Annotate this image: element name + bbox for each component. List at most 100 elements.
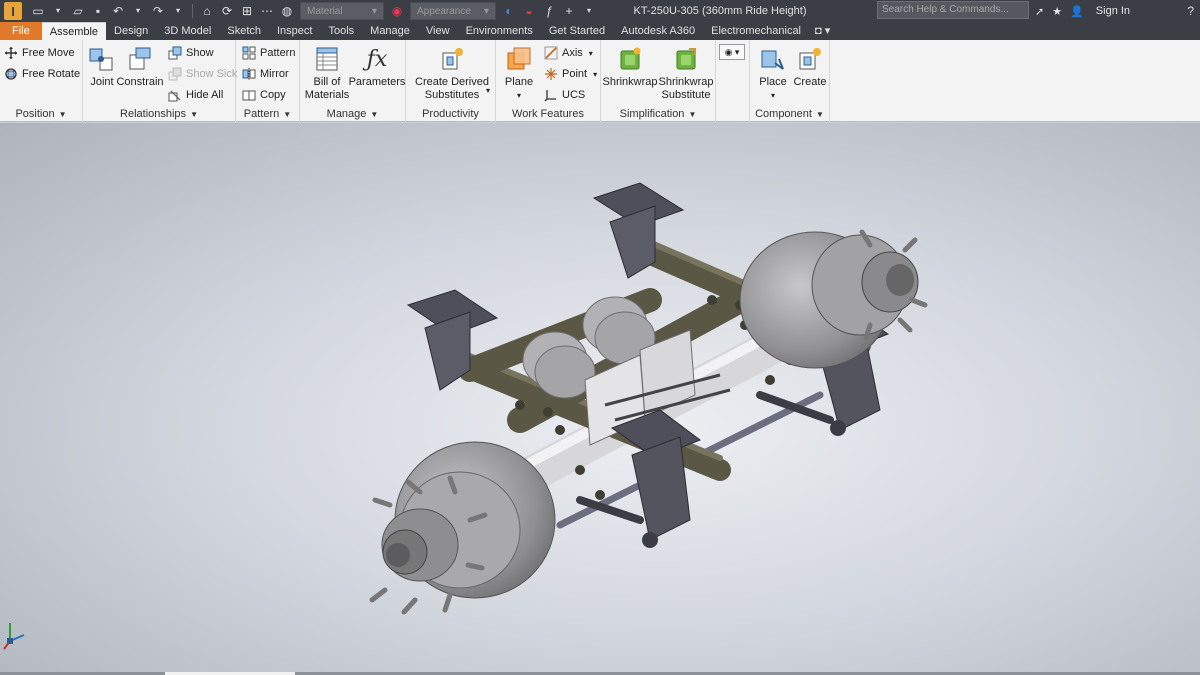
free-rotate-label: Free Rotate — [22, 68, 81, 80]
shrinkwrap-substitute-button[interactable]: Shrinkwrap Substitute — [657, 44, 715, 102]
tab-3d-model[interactable]: 3D Model — [156, 22, 219, 40]
axis-button[interactable]: Axis ▾ — [544, 43, 593, 63]
tab-design[interactable]: Design — [106, 22, 156, 40]
measure-icon[interactable]: ⊞ — [239, 3, 255, 19]
material-combo[interactable]: Material ▾ — [300, 2, 384, 20]
tab-manage[interactable]: Manage — [362, 22, 418, 40]
panel-label-work-features: Work Features — [512, 108, 584, 120]
show-icon — [168, 46, 182, 60]
star-icon[interactable]: ★ — [1052, 5, 1062, 18]
constrain-button[interactable]: Constrain — [116, 44, 164, 89]
place-dropdown-arrow-icon[interactable]: ▾ — [771, 89, 775, 102]
show-button[interactable]: Show — [168, 43, 214, 63]
axis-label: Axis — [562, 47, 583, 59]
pointer-icon[interactable]: ➚ — [1035, 5, 1044, 18]
tab-assemble[interactable]: Assemble — [41, 22, 107, 40]
create-button[interactable]: Create — [792, 44, 828, 89]
pattern-button[interactable]: Pattern — [242, 43, 295, 63]
tab-autodesk-a360[interactable]: Autodesk A360 — [613, 22, 703, 40]
user-icon[interactable]: 👤 — [1070, 5, 1084, 18]
plus-icon[interactable]: + — [561, 3, 577, 19]
appearance-icon[interactable]: ◐ — [501, 3, 517, 19]
new-icon[interactable]: ▭ — [30, 3, 46, 19]
tab-view[interactable]: View — [418, 22, 458, 40]
create-derived-substitutes-button[interactable]: Create Derived Substitutes — [412, 44, 492, 102]
select-icon[interactable]: ⋯ — [259, 3, 275, 19]
hide-all-button[interactable]: Hide All — [168, 85, 223, 105]
free-move-button[interactable]: Free Move — [4, 43, 75, 63]
mirror-button[interactable]: Mirror — [242, 64, 289, 84]
show-sick-label: Show Sick — [186, 68, 238, 80]
point-button[interactable]: Point ▾ — [544, 64, 597, 84]
tab-environments[interactable]: Environments — [458, 22, 541, 40]
joint-button[interactable]: Joint — [87, 44, 117, 89]
tab-tools[interactable]: Tools — [320, 22, 362, 40]
plane-dropdown-arrow-icon[interactable]: ▾ — [517, 89, 521, 102]
redo-icon[interactable]: ↷ — [150, 3, 166, 19]
point-dropdown-arrow-icon[interactable]: ▾ — [593, 70, 597, 79]
shrinkwrap-button[interactable]: Shrinkwrap — [602, 44, 658, 89]
help-icon[interactable]: ? — [1187, 4, 1194, 18]
bill-of-materials-button[interactable]: Bill of Materials — [302, 44, 352, 102]
save-icon[interactable]: ▪ — [90, 3, 106, 19]
hanger-rear-right — [610, 409, 702, 541]
update-icon[interactable]: ⟳ — [219, 3, 235, 19]
separator — [192, 4, 193, 18]
copy-button[interactable]: Copy — [242, 85, 286, 105]
color-wheel-icon[interactable]: ◉ — [389, 3, 405, 19]
open-icon[interactable]: ▱ — [70, 3, 86, 19]
panel-label-relationships[interactable]: Relationships ▼ — [83, 107, 235, 122]
tab-inspect[interactable]: Inspect — [269, 22, 320, 40]
shrinkwrap-substitute-icon — [671, 44, 701, 74]
gallery-dropdown-button[interactable]: ◉ ▾ — [719, 44, 745, 60]
panel-work-features: Plane ▾ Axis ▾ Point ▾ UCS Work Features — [496, 40, 601, 122]
clear-appearance-icon[interactable]: ◒ — [521, 3, 537, 19]
axle-assembly-model[interactable] — [0, 123, 1200, 675]
create-component-icon — [795, 44, 825, 74]
panel-gallery: ◉ ▾ — [716, 40, 750, 122]
dropdown-arrow-icon[interactable]: ▾ — [50, 3, 66, 19]
parameters-button[interactable]: ƒx Parameters — [349, 44, 406, 89]
sign-in-link[interactable]: Sign In — [1096, 5, 1130, 17]
panel-label-component[interactable]: Component ▼ — [750, 107, 829, 122]
derived-dropdown-arrow-icon[interactable]: ▾ — [486, 86, 490, 95]
point-icon — [545, 68, 557, 80]
plane-label: Plane — [504, 76, 534, 88]
tab-get-started[interactable]: Get Started — [541, 22, 613, 40]
free-move-icon — [5, 47, 17, 59]
tab-options-icon[interactable]: ◘ ▾ — [809, 22, 836, 40]
search-input[interactable]: Search Help & Commands... — [877, 1, 1029, 19]
tab-electromechanical[interactable]: Electromechanical — [703, 22, 809, 40]
joint-icon — [87, 44, 117, 74]
shrinkwrap-label: Shrinkwrap — [602, 76, 658, 88]
place-button[interactable]: Place ▾ — [756, 44, 790, 102]
wheel-hub-rear — [369, 441, 556, 615]
undo-icon[interactable]: ↶ — [110, 3, 126, 19]
show-sick-button[interactable]: Show Sick — [168, 64, 237, 84]
dropdown-arrow-icon[interactable]: ▾ — [581, 3, 597, 19]
globe-icon[interactable]: ◍ — [279, 3, 295, 19]
place-label: Place — [759, 76, 787, 88]
wheel-hub-front — [739, 229, 928, 369]
panel-label-simplification[interactable]: Simplification ▼ — [601, 107, 715, 122]
home-icon[interactable]: ⌂ — [199, 3, 215, 19]
axis-dropdown-arrow-icon[interactable]: ▾ — [589, 49, 593, 58]
ribbon: Free Move Free Rotate Position ▼ Joint Co… — [0, 40, 1200, 122]
tab-sketch[interactable]: Sketch — [219, 22, 269, 40]
panel-productivity: Create Derived Substitutes ▾ Productivit… — [406, 40, 496, 122]
dropdown-arrow-icon[interactable]: ▾ — [130, 3, 146, 19]
free-rotate-button[interactable]: Free Rotate — [4, 64, 80, 84]
panel-label-manage[interactable]: Manage ▼ — [300, 107, 405, 122]
appearance-combo[interactable]: Appearance ▾ — [410, 2, 496, 20]
derived-substitutes-icon — [437, 44, 467, 74]
bom-label-line2: Materials — [304, 89, 350, 101]
panel-label-pattern[interactable]: Pattern ▼ — [236, 107, 299, 122]
panel-label-position[interactable]: Position ▼ — [0, 107, 82, 122]
graphics-viewport[interactable] — [0, 123, 1200, 675]
dropdown-arrow-icon[interactable]: ▾ — [170, 3, 186, 19]
plane-button[interactable]: Plane ▾ — [502, 44, 536, 102]
ucs-button[interactable]: UCS — [544, 85, 585, 105]
inventor-logo-icon[interactable]: I — [4, 2, 22, 20]
fx-icon[interactable]: ƒ — [541, 3, 557, 19]
tab-file[interactable]: File — [0, 22, 42, 40]
